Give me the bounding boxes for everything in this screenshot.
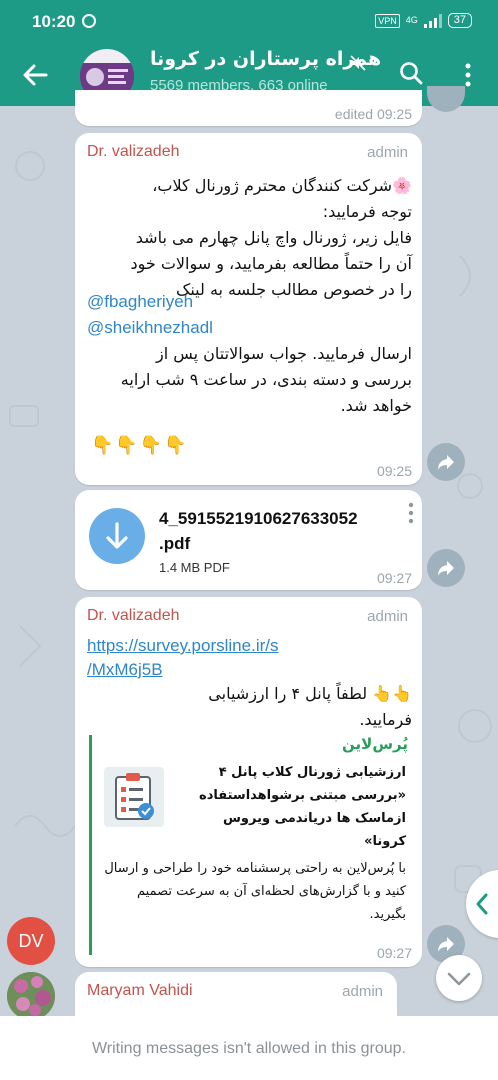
message-bubble-announcement: Dr. valizadeh admin 🌸شرکت کنندگان محترم … xyxy=(75,133,422,485)
survey-clipboard-icon xyxy=(104,767,164,827)
survey-link[interactable]: /MxM6j5B xyxy=(87,657,163,683)
sender-avatar[interactable]: DV xyxy=(7,917,55,965)
mention-link[interactable]: @fbagheriyeh xyxy=(87,289,193,315)
message-time: 09:27 xyxy=(376,570,412,586)
status-time: 10:20 xyxy=(32,12,76,31)
admin-badge: admin xyxy=(367,608,408,625)
message-bubble-survey: Dr. valizadeh admin https://survey.porsl… xyxy=(75,597,422,967)
signal-icon xyxy=(423,13,442,28)
message-text: فرمایید. xyxy=(359,710,412,729)
chevron-down-icon xyxy=(447,972,471,986)
download-button[interactable] xyxy=(89,508,145,564)
mention-link[interactable]: @sheikhnezhadl xyxy=(87,315,213,341)
search-icon[interactable] xyxy=(398,60,424,86)
chevron-left-icon xyxy=(476,893,488,915)
message-line: خواهد شد. xyxy=(340,396,412,415)
file-options-icon[interactable] xyxy=(408,502,414,524)
edited-time: edited 09:25 xyxy=(334,106,412,122)
message-line: آن را حتماً مطالعه بفرمایید، و سوالات خو… xyxy=(130,254,412,273)
download-arrow-icon xyxy=(106,522,128,549)
file-name-line: .pdf xyxy=(159,534,191,553)
pointing-down-emoji: 👇👇👇👇 xyxy=(91,435,189,456)
message-line: فایل زیر، ژورنال واچ پانل چهارم می باشد xyxy=(135,228,412,247)
message-line: 🌸شرکت کنندگان محترم ژورنال کلاب، xyxy=(152,176,412,195)
group-title[interactable]: همراه پرستاران در کرونا xyxy=(150,48,381,70)
network-type: 4G xyxy=(405,15,418,25)
message-text: 🌸شرکت کنندگان محترم ژورنال کلاب، توجه فر… xyxy=(87,173,412,303)
battery-icon: 37 xyxy=(447,13,472,28)
survey-link[interactable]: https://survey.porsline.ir/s xyxy=(87,633,278,659)
message-bubble-file: 4_5915521910627633052 .pdf 1.4 MB PDF 09… xyxy=(75,490,422,590)
vpn-indicator: VPN xyxy=(375,13,400,28)
file-name[interactable]: 4_5915521910627633052 .pdf xyxy=(159,506,358,556)
preview-site-name: پُرس‌لاین xyxy=(342,735,408,753)
mute-icon xyxy=(350,55,366,71)
input-bar: Writing messages isn't allowed in this g… xyxy=(0,1016,498,1080)
more-options-icon[interactable] xyxy=(458,62,478,88)
message-text: 👆👆 لطفاً پانل ۴ را ارزشیابی xyxy=(208,684,412,703)
admin-badge: admin xyxy=(342,983,383,1000)
writing-disabled-notice: Writing messages isn't allowed in this g… xyxy=(91,1040,406,1057)
message-time: 09:25 xyxy=(376,463,412,479)
message-text-continued: ارسال فرمایید. جواب سوالاتتان پس از بررس… xyxy=(87,341,412,419)
message-sender[interactable]: Maryam Vahidi xyxy=(87,982,193,1000)
status-bar: 10:20 VPN 4G 37 xyxy=(0,0,498,44)
share-button[interactable] xyxy=(427,443,465,481)
scroll-down-button[interactable] xyxy=(436,955,482,1001)
share-button[interactable] xyxy=(427,549,465,587)
side-panel-toggle[interactable] xyxy=(466,870,498,938)
message-bubble-previous: edited 09:25 xyxy=(75,90,422,126)
preview-title: ارزشیابی ژورنال کلاب پانل ۴ «بررسی مبتنی… xyxy=(199,765,406,849)
message-line: توجه فرمایید: xyxy=(322,202,412,221)
file-size: 1.4 MB PDF xyxy=(159,560,230,575)
message-time: 09:27 xyxy=(376,945,412,961)
message-line: ارسال فرمایید. جواب سوالاتتان پس از xyxy=(155,344,412,363)
file-name-line: 4_5915521910627633052 xyxy=(159,509,358,528)
link-preview[interactable]: پُرس‌لاین ارزشیابی ژورنال کلاب پانل ۴ «ب… xyxy=(89,735,408,955)
back-arrow-icon[interactable] xyxy=(20,60,50,90)
message-sender[interactable]: Dr. valizadeh xyxy=(87,143,180,161)
admin-badge: admin xyxy=(367,144,408,161)
message-line: بررسی و دسته بندی، در ساعت ۹ شب ارایه xyxy=(120,370,412,389)
alarm-icon xyxy=(82,14,96,28)
sender-avatar-photo[interactable] xyxy=(7,972,55,1020)
message-sender[interactable]: Dr. valizadeh xyxy=(87,607,180,625)
preview-description: با پُرس‌لاین به راحتی پرسشنامه خود را طر… xyxy=(104,861,406,922)
